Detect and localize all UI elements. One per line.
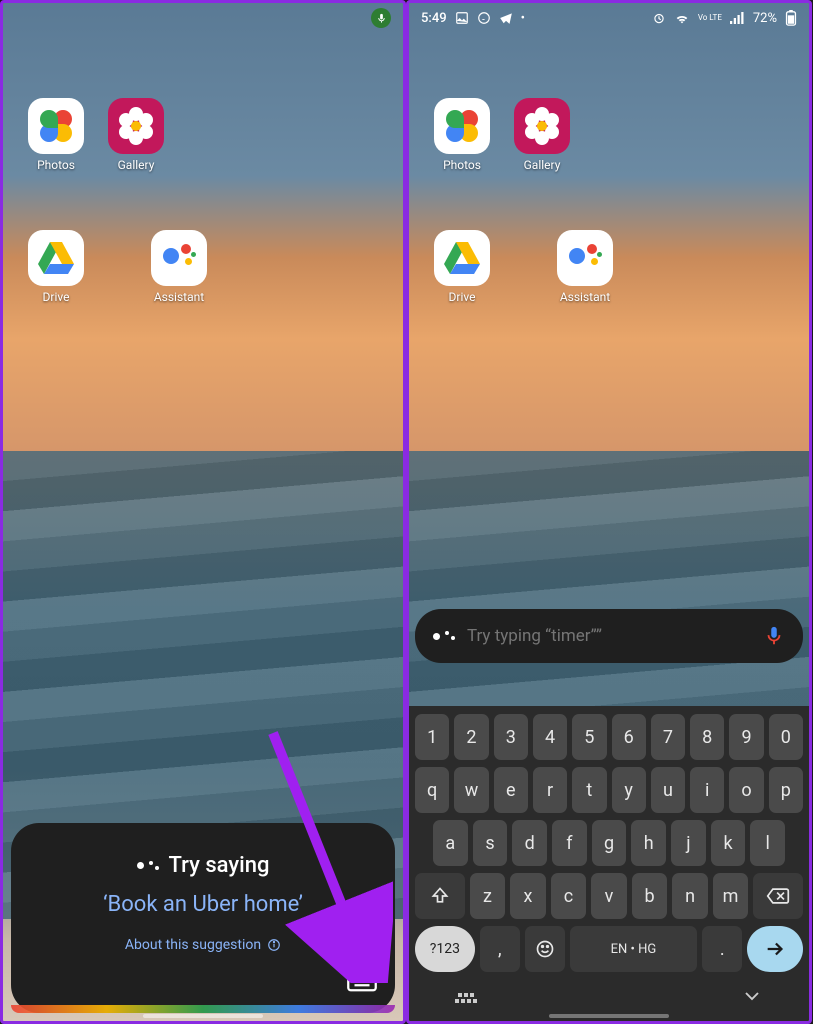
mic-active-icon — [371, 8, 391, 28]
key-emoji[interactable] — [525, 926, 565, 972]
key-s[interactable]: s — [473, 820, 508, 866]
key-v[interactable]: v — [591, 873, 627, 919]
app-drive[interactable]: Drive — [21, 230, 91, 304]
key-k[interactable]: k — [711, 820, 746, 866]
app-label: Drive — [43, 290, 70, 304]
key-comma[interactable]: , — [480, 926, 520, 972]
key-e[interactable]: e — [494, 767, 528, 813]
key-b[interactable]: b — [632, 873, 668, 919]
image-icon — [455, 11, 469, 25]
key-x[interactable]: x — [510, 873, 546, 919]
battery-icon — [785, 10, 797, 26]
key-2[interactable]: 2 — [454, 714, 488, 760]
key-o[interactable]: o — [729, 767, 763, 813]
key-6[interactable]: 6 — [612, 714, 646, 760]
key-i[interactable]: i — [690, 767, 724, 813]
app-label: Drive — [449, 290, 476, 304]
key-n[interactable]: n — [672, 873, 708, 919]
key-space[interactable]: EN • HG — [570, 926, 698, 972]
app-label: Assistant — [560, 290, 610, 304]
status-bar — [3, 3, 403, 33]
signal-icon — [730, 11, 745, 25]
about-suggestion-link[interactable]: About this suggestion — [125, 937, 281, 953]
key-g[interactable]: g — [592, 820, 627, 866]
status-time: 5:49 — [421, 11, 447, 26]
key-r[interactable]: r — [533, 767, 567, 813]
status-battery-pct: 72% — [753, 11, 777, 26]
key-shift[interactable] — [415, 873, 465, 919]
app-gallery[interactable]: Gallery — [101, 98, 171, 172]
phone-screen-left: Photos Gallery Drive — [0, 0, 406, 1024]
key-0[interactable]: 0 — [769, 714, 803, 760]
mic-icon[interactable] — [763, 625, 785, 647]
key-5[interactable]: 5 — [572, 714, 606, 760]
app-label: Photos — [443, 158, 481, 172]
status-bar: 5:49 • Vo LTE 72% — [409, 3, 809, 33]
app-photos[interactable]: Photos — [21, 98, 91, 172]
app-label: Gallery — [118, 158, 155, 172]
key-h[interactable]: h — [631, 820, 666, 866]
key-f[interactable]: f — [552, 820, 587, 866]
assistant-logo-icon — [137, 862, 159, 870]
key-z[interactable]: z — [470, 873, 506, 919]
key-y[interactable]: y — [612, 767, 646, 813]
status-lte: Vo LTE — [698, 14, 722, 22]
assistant-logo-icon — [433, 632, 455, 640]
key-t[interactable]: t — [572, 767, 606, 813]
key-d[interactable]: d — [512, 820, 547, 866]
app-photos[interactable]: Photos — [427, 98, 497, 172]
info-icon — [267, 938, 281, 952]
wifi-icon — [674, 11, 690, 25]
key-8[interactable]: 8 — [690, 714, 724, 760]
telegram-icon — [499, 11, 513, 25]
key-3[interactable]: 3 — [494, 714, 528, 760]
key-4[interactable]: 4 — [533, 714, 567, 760]
alarm-icon — [652, 11, 666, 25]
assistant-suggestion-text[interactable]: ‘Book an Uber home’ — [103, 892, 303, 917]
assistant-suggestion-panel: Try saying ‘Book an Uber home’ About thi… — [11, 823, 395, 1013]
key-q[interactable]: q — [415, 767, 449, 813]
key-symbols[interactable]: ?123 — [415, 926, 475, 972]
key-w[interactable]: w — [454, 767, 488, 813]
assistant-try-saying: Try saying — [169, 853, 270, 878]
app-label: Gallery — [524, 158, 561, 172]
assistant-input-sheet — [415, 609, 803, 663]
key-go[interactable] — [747, 926, 803, 972]
keyboard: 1234567890 qwertyuiop asdfghjkl zxcvbnm … — [409, 706, 809, 1021]
app-drive[interactable]: Drive — [427, 230, 497, 304]
key-j[interactable]: j — [671, 820, 706, 866]
app-grid: Photos Gallery Drive — [21, 98, 171, 304]
chevron-down-icon[interactable] — [741, 987, 763, 1005]
app-label: Assistant — [154, 290, 204, 304]
key-p[interactable]: p — [769, 767, 803, 813]
key-9[interactable]: 9 — [729, 714, 763, 760]
key-period[interactable]: . — [702, 926, 742, 972]
whatsapp-icon — [477, 11, 491, 25]
keyboard-switch-icon[interactable] — [455, 987, 479, 1007]
assistant-text-input[interactable] — [467, 626, 751, 646]
key-l[interactable]: l — [750, 820, 785, 866]
key-backspace[interactable] — [753, 873, 803, 919]
key-1[interactable]: 1 — [415, 714, 449, 760]
key-c[interactable]: c — [551, 873, 587, 919]
key-a[interactable]: a — [433, 820, 468, 866]
app-label: Photos — [37, 158, 75, 172]
key-7[interactable]: 7 — [651, 714, 685, 760]
keyboard-button[interactable] — [347, 969, 377, 993]
key-u[interactable]: u — [651, 767, 685, 813]
nav-handle[interactable] — [549, 1014, 669, 1018]
nav-handle[interactable] — [143, 1014, 263, 1018]
phone-screen-right: 5:49 • Vo LTE 72% Photos — [406, 0, 812, 1024]
app-grid: Photos Gallery Drive — [427, 98, 577, 304]
app-gallery[interactable]: Gallery — [507, 98, 577, 172]
key-m[interactable]: m — [713, 873, 749, 919]
about-suggestion-label: About this suggestion — [125, 937, 261, 953]
